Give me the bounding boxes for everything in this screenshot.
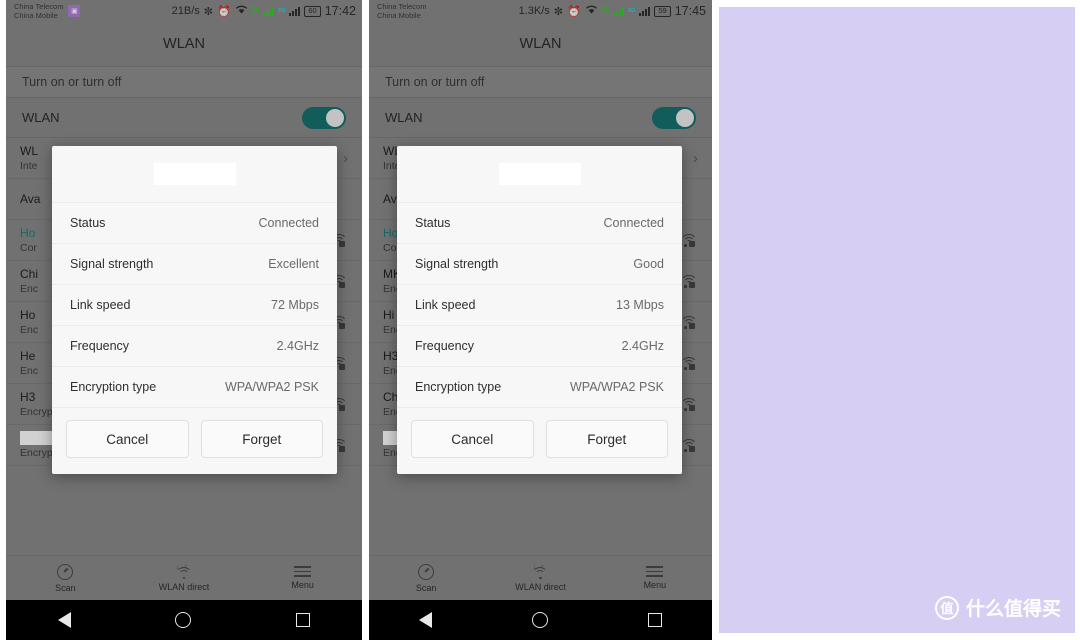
dialog-detail-key: Encryption type [70, 380, 157, 394]
phone-screenshot-left: China Telecom China Mobile ▣ 21B/s ✼ ⏰ 4… [6, 0, 362, 640]
dialog-detail-value: Good [633, 257, 664, 271]
dialog-detail-key: Frequency [70, 339, 130, 353]
dialog-detail-key: Status [70, 216, 106, 230]
cancel-button[interactable]: Cancel [411, 420, 534, 458]
dialog-detail-row: Status Connected [52, 202, 337, 243]
dialog-detail-value: Excellent [268, 257, 319, 271]
screenshot-root: China Telecom China Mobile ▣ 21B/s ✼ ⏰ 4… [0, 0, 1080, 640]
dialog-detail-rows: Status Connected Signal strength Excellent L… [52, 202, 337, 407]
dialog-title-area [397, 146, 682, 202]
dialog-detail-key: Link speed [70, 298, 131, 312]
dialog-detail-value: 72 Mbps [271, 298, 319, 312]
forget-button[interactable]: Forget [545, 420, 668, 458]
dialog-detail-value: WPA/WPA2 PSK [569, 380, 664, 394]
dialog-detail-row: Signal strength Good [397, 243, 682, 284]
watermark-text: 什么值得买 [965, 598, 1061, 620]
forget-button[interactable]: Forget [200, 420, 323, 458]
dialog-detail-value: WPA/WPA2 PSK [224, 380, 319, 394]
dialog-detail-key: Status [415, 216, 451, 230]
dialog-detail-value: Connected [258, 216, 319, 230]
watermark-badge-icon: 值 [934, 595, 959, 620]
dialog-detail-row: Status Connected [397, 202, 682, 243]
dialog-detail-row: Link speed 13 Mbps [397, 284, 682, 325]
dialog-detail-row: Link speed 72 Mbps [52, 284, 337, 325]
watermark: 值 什么值得买 [934, 594, 1061, 621]
dialog-detail-key: Signal strength [70, 257, 154, 271]
dialog-detail-row: Frequency 2.4GHz [52, 325, 337, 366]
dialog-detail-value: 2.4GHz [276, 339, 319, 353]
dialog-detail-value: 13 Mbps [616, 298, 664, 312]
dialog-detail-rows: Status Connected Signal strength Good Link s… [397, 202, 682, 407]
back-icon[interactable] [58, 612, 72, 628]
right-blank-panel: 值 什么值得买 [719, 7, 1075, 633]
dialog-title-redacted-ssid [153, 163, 236, 185]
dialog-title-redacted-ssid [498, 163, 581, 185]
phone-screen: China Telecom China Mobile ▣ 21B/s ✼ ⏰ 4… [6, 0, 362, 600]
recents-icon[interactable] [648, 613, 662, 627]
dialog-detail-key: Link speed [415, 298, 476, 312]
phone-screen: China Telecom China Mobile 1.3K/s ✼ ⏰ 4G [369, 0, 712, 600]
home-icon[interactable] [532, 612, 548, 628]
dialog-detail-value: Connected [603, 216, 664, 230]
dialog-detail-row: Encryption type WPA/WPA2 PSK [397, 366, 682, 407]
dialog-actions: Cancel Forget [397, 407, 682, 474]
dialog-detail-key: Signal strength [415, 257, 499, 271]
home-icon[interactable] [175, 612, 192, 628]
dialog-detail-value: 2.4GHz [621, 339, 664, 353]
back-icon[interactable] [419, 612, 432, 628]
dialog-detail-key: Frequency [415, 339, 475, 353]
network-details-dialog: Status Connected Signal strength Good Link s… [397, 146, 682, 474]
cancel-button[interactable]: Cancel [66, 420, 189, 458]
dialog-detail-row: Encryption type WPA/WPA2 PSK [52, 366, 337, 407]
dialog-detail-row: Signal strength Excellent [52, 243, 337, 284]
dialog-actions: Cancel Forget [52, 407, 337, 474]
dialog-detail-key: Encryption type [415, 380, 502, 394]
dialog-detail-row: Frequency 2.4GHz [397, 325, 682, 366]
recents-icon[interactable] [295, 613, 310, 627]
dialog-title-area [52, 146, 337, 202]
android-nav-bar [369, 600, 712, 640]
phone-screenshot-right: China Telecom China Mobile 1.3K/s ✼ ⏰ 4G [369, 0, 712, 640]
network-details-dialog: Status Connected Signal strength Excellent L… [52, 146, 337, 474]
android-nav-bar [6, 600, 362, 640]
